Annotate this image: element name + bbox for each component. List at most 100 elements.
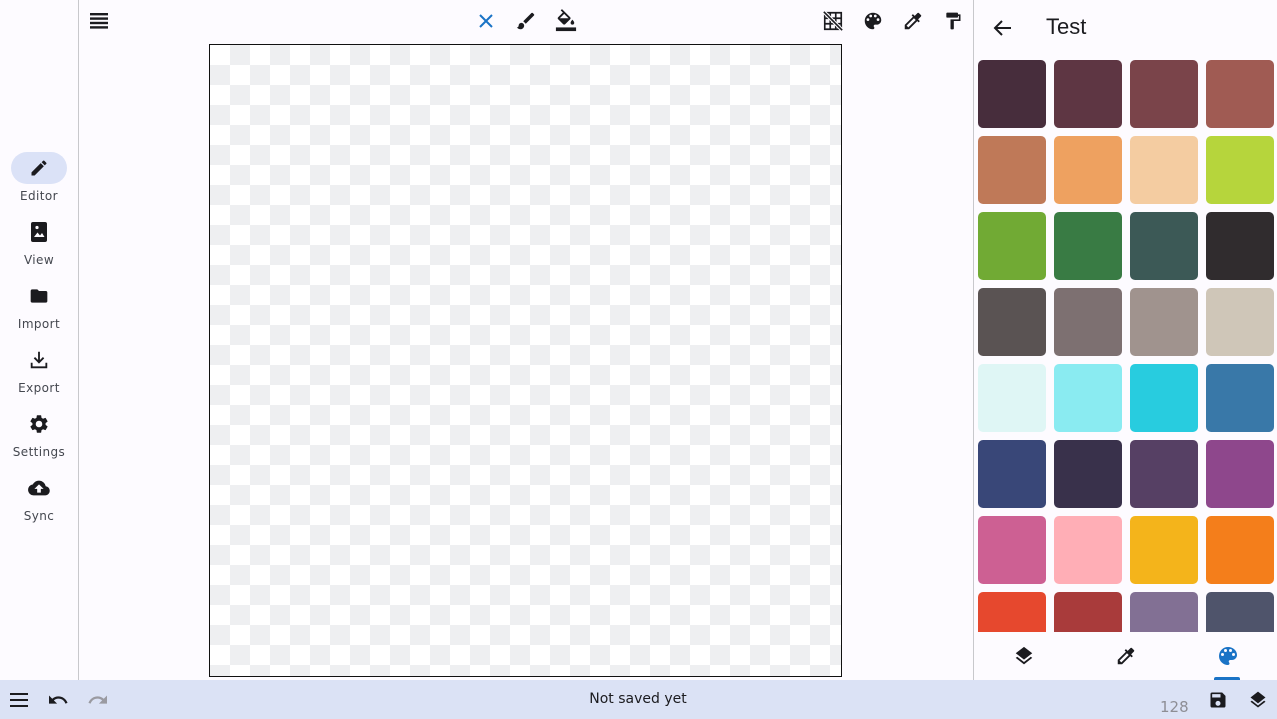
close-icon <box>478 13 494 29</box>
download-icon <box>28 349 50 371</box>
palette-icon <box>862 10 884 32</box>
back-button[interactable] <box>986 11 1020 45</box>
panel-tab-bar <box>974 632 1277 680</box>
nav-pill-sync <box>11 472 67 504</box>
color-swatch[interactable] <box>1054 516 1122 584</box>
nav-item-settings[interactable]: Settings <box>0 408 78 470</box>
gear-icon <box>28 413 50 435</box>
close-tool-button[interactable] <box>469 4 503 38</box>
color-swatch[interactable] <box>1130 364 1198 432</box>
paint-roller-button[interactable] <box>936 4 970 38</box>
color-picker-button[interactable] <box>896 4 930 38</box>
color-swatch[interactable] <box>1054 60 1122 128</box>
color-swatch[interactable] <box>978 288 1046 356</box>
color-swatch[interactable] <box>1206 60 1274 128</box>
color-swatch[interactable] <box>978 516 1046 584</box>
eyedropper-icon <box>1115 645 1137 667</box>
color-swatch[interactable] <box>978 136 1046 204</box>
palette-icon <box>1216 644 1240 668</box>
bottom-bar: Not saved yet 128 <box>0 680 1277 719</box>
grid-off-icon <box>822 10 844 32</box>
save-status: Not saved yet <box>589 691 687 707</box>
color-swatch[interactable] <box>1054 592 1122 632</box>
color-swatch[interactable] <box>1054 136 1122 204</box>
color-swatch[interactable] <box>1206 364 1274 432</box>
redo-icon <box>87 691 109 709</box>
nav-label-view: View <box>23 253 55 267</box>
color-swatch[interactable] <box>1130 212 1198 280</box>
nav-pill-export <box>11 344 67 376</box>
layers-button[interactable] <box>1241 683 1275 717</box>
layers-icon <box>1013 645 1035 667</box>
nav-label-export: Export <box>18 381 60 395</box>
color-swatch[interactable] <box>1206 136 1274 204</box>
brush-icon <box>515 10 537 32</box>
arrow-back-icon <box>993 19 1013 37</box>
nav-item-view[interactable]: View <box>0 216 78 278</box>
navigation-rail: Editor View Import Export Settings Sync <box>0 0 79 680</box>
undo-icon <box>47 691 69 709</box>
color-swatch[interactable] <box>978 212 1046 280</box>
tab-layers[interactable] <box>974 632 1074 680</box>
nav-pill-import <box>11 280 67 312</box>
color-swatch[interactable] <box>1206 288 1274 356</box>
cloud-upload-icon <box>27 477 51 499</box>
layers-icon <box>1248 690 1268 710</box>
folder-icon <box>28 286 50 306</box>
color-swatch[interactable] <box>978 592 1046 632</box>
menu-icon <box>9 692 29 708</box>
color-swatch[interactable] <box>1130 592 1198 632</box>
paint-roller-icon <box>943 10 963 32</box>
color-swatch[interactable] <box>1054 440 1122 508</box>
undo-button[interactable] <box>41 683 75 717</box>
nav-label-sync: Sync <box>23 509 55 523</box>
palette-panel: Test <box>973 0 1277 680</box>
palette-button[interactable] <box>856 4 890 38</box>
tab-palette[interactable] <box>1178 632 1277 680</box>
nav-item-sync[interactable]: Sync <box>0 472 78 534</box>
nav-pill-settings <box>11 408 67 440</box>
swatch-grid <box>978 60 1277 632</box>
eyedropper-icon <box>902 10 924 32</box>
color-swatch[interactable] <box>978 440 1046 508</box>
pencil-icon <box>29 158 49 178</box>
grid-toggle-button[interactable] <box>816 4 850 38</box>
color-swatch[interactable] <box>1054 288 1122 356</box>
save-button[interactable] <box>1201 683 1235 717</box>
canvas-size-label: 128 <box>1160 698 1189 716</box>
color-swatch[interactable] <box>1130 288 1198 356</box>
image-book-icon <box>29 221 49 243</box>
color-swatch[interactable] <box>1206 592 1274 632</box>
color-swatch[interactable] <box>1054 364 1122 432</box>
drawing-canvas[interactable] <box>209 44 842 677</box>
nav-label-editor: Editor <box>20 189 58 203</box>
color-swatch[interactable] <box>1054 212 1122 280</box>
nav-label-settings: Settings <box>12 445 66 459</box>
color-swatch[interactable] <box>1130 136 1198 204</box>
nav-label-import: Import <box>17 317 61 331</box>
fill-tool-button[interactable] <box>549 4 583 38</box>
save-icon <box>1208 690 1228 710</box>
color-swatch[interactable] <box>1206 440 1274 508</box>
nav-item-export[interactable]: Export <box>0 344 78 406</box>
swatch-scroll-area[interactable] <box>978 60 1277 632</box>
color-swatch[interactable] <box>978 60 1046 128</box>
color-swatch[interactable] <box>978 364 1046 432</box>
palette-title: Test <box>1046 14 1087 39</box>
nav-pill-editor <box>11 152 67 184</box>
redo-button[interactable] <box>81 683 115 717</box>
menu-button[interactable] <box>2 683 36 717</box>
color-swatch[interactable] <box>1130 60 1198 128</box>
color-swatch[interactable] <box>1206 212 1274 280</box>
nav-pill-view <box>11 216 67 248</box>
nav-item-editor[interactable]: Editor <box>0 152 78 214</box>
color-swatch[interactable] <box>1206 516 1274 584</box>
layers-menu-button[interactable] <box>82 4 116 38</box>
color-swatch[interactable] <box>1130 440 1198 508</box>
nav-item-import[interactable]: Import <box>0 280 78 342</box>
tab-color-picker[interactable] <box>1076 632 1176 680</box>
layers-menu-icon <box>89 12 109 30</box>
brush-tool-button[interactable] <box>509 4 543 38</box>
paint-bucket-icon <box>555 9 577 33</box>
color-swatch[interactable] <box>1130 516 1198 584</box>
